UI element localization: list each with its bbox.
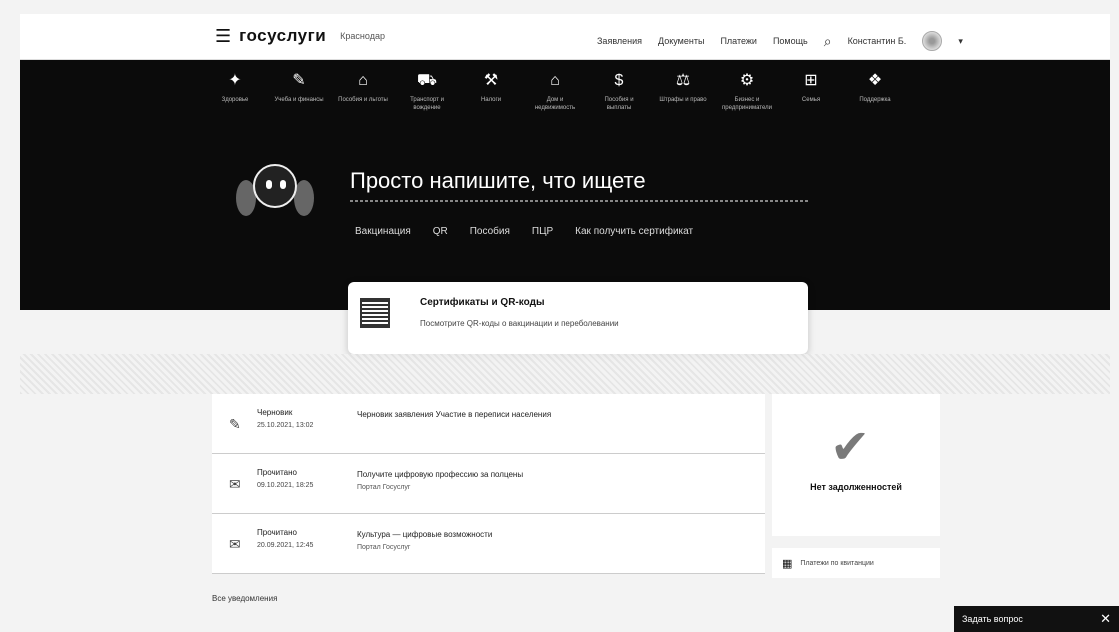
mascot-robot: [236, 158, 314, 228]
category-label: Здоровье: [221, 97, 249, 103]
hero-search-underline[interactable]: [350, 200, 810, 202]
category-icon: ⚖: [675, 72, 691, 89]
avatar[interactable]: [922, 31, 943, 51]
ask-question-widget[interactable]: Задать вопрос ✕: [954, 606, 1119, 632]
category-icon: ⌂: [550, 72, 560, 89]
event-sender: Портал Госуслуг: [357, 544, 411, 551]
search-icon[interactable]: ⌕: [824, 33, 832, 50]
event-row[interactable]: ✉ Прочитано 09.10.2021, 18:25 Получите ц…: [212, 454, 765, 514]
category-item[interactable]: ⚒ Налоги: [466, 72, 516, 112]
category-icon: ❖: [867, 72, 883, 89]
qr-card-description: Посмотрите QR-коды о вакцинации и перебо…: [420, 319, 619, 328]
envelope-icon: ✉: [229, 536, 241, 552]
event-sender: Портал Госуслуг: [357, 484, 411, 491]
event-row[interactable]: ✉ Прочитано 20.09.2021, 12:45 Культура —…: [212, 514, 765, 574]
category-label: Пособия и льготы: [338, 97, 388, 103]
category-item[interactable]: ⌂ Пособия и льготы: [338, 72, 388, 112]
category-icon: ⚒: [483, 72, 499, 89]
event-date: 09.10.2021, 18:25: [257, 482, 314, 489]
category-item[interactable]: $ Пособия и выплаты: [594, 72, 644, 112]
chip-certificate[interactable]: Как получить сертификат: [575, 226, 693, 237]
ask-question-label[interactable]: Задать вопрос: [962, 614, 1023, 624]
menu-icon[interactable]: ☰: [215, 27, 231, 45]
top-nav: Заявления Документы Платежи Помощь ⌕ Кон…: [597, 31, 963, 51]
category-icon: ✦: [228, 72, 242, 89]
category-bar: ✦ Здоровье ✎ Учеба и финансы ⌂ Пособия и ль…: [210, 72, 900, 112]
category-item[interactable]: ⌂ Дом и недвижимость: [530, 72, 580, 112]
category-item[interactable]: ⚖ Штрафы и право: [658, 72, 708, 112]
category-icon: ⛟: [416, 72, 438, 89]
category-label: Учеба и финансы: [274, 97, 324, 103]
hero-title[interactable]: Просто напишите, что ищете: [350, 168, 646, 194]
event-text: Получите цифровую профессию за полцены: [357, 470, 524, 479]
account-name[interactable]: Константин Б.: [848, 36, 907, 46]
qr-certificates-card[interactable]: Сертификаты и QR-коды Посмотрите QR-коды…: [348, 282, 808, 354]
background-texture: [20, 354, 1110, 394]
category-label: Транспорт и вождение: [410, 97, 444, 111]
category-item[interactable]: ❖ Поддержка: [850, 72, 900, 112]
category-icon: ⌂: [358, 72, 368, 89]
category-icon: ✎: [292, 72, 306, 89]
category-icon: $: [614, 72, 624, 89]
close-icon[interactable]: ✕: [1100, 611, 1111, 627]
event-text: Культура — цифровые возможности: [357, 530, 493, 539]
pencil-icon: ✎: [229, 416, 241, 432]
category-item[interactable]: ✦ Здоровье: [210, 72, 260, 112]
checkmark-icon: ✔: [830, 421, 871, 474]
chip-pcr[interactable]: ПЦР: [532, 226, 553, 237]
mascot-eye: [266, 180, 272, 189]
nav-item-applications[interactable]: Заявления: [597, 36, 642, 46]
mascot-head: [253, 164, 297, 208]
qr-card-title: Сертификаты и QR-коды: [420, 297, 545, 308]
debts-card[interactable]: ✔ Нет задолженностей: [772, 394, 940, 536]
category-item[interactable]: ⊞ Семья: [786, 72, 836, 112]
nav-item-help[interactable]: Помощь: [773, 36, 808, 46]
event-date: 20.09.2021, 12:45: [257, 542, 314, 549]
region-selector[interactable]: Краснодар: [340, 31, 385, 41]
category-label: Дом и недвижимость: [534, 97, 576, 111]
event-status: Прочитано: [257, 468, 297, 477]
nav-item-documents[interactable]: Документы: [658, 36, 704, 46]
pay-by-receipt-label: Платежи по квитанции: [800, 559, 874, 567]
category-label: Поддержка: [859, 97, 891, 103]
events-feed: ✎ Черновик 25.10.2021, 13:02 Черновик за…: [212, 394, 765, 574]
envelope-icon: ✉: [229, 476, 241, 492]
chip-benefits[interactable]: Пособия: [470, 226, 510, 237]
category-item[interactable]: ⚙ Бизнес и предприниматели: [722, 72, 772, 112]
event-status: Прочитано: [257, 528, 297, 537]
category-item[interactable]: ⛟ Транспорт и вождение: [402, 72, 452, 112]
hero-section: ✦ Здоровье ✎ Учеба и финансы ⌂ Пособия и ль…: [20, 60, 1110, 310]
logo-text[interactable]: госуслуги: [239, 26, 326, 46]
event-row[interactable]: ✎ Черновик 25.10.2021, 13:02 Черновик за…: [212, 394, 765, 454]
nav-item-payments[interactable]: Платежи: [720, 36, 757, 46]
category-label: Штрафы и право: [659, 97, 707, 103]
category-label: Налоги: [480, 97, 502, 103]
category-label: Семья: [801, 97, 821, 103]
mascot-eye: [280, 180, 286, 189]
event-text: Черновик заявления Участие в переписи на…: [357, 410, 552, 419]
mascot-wing: [294, 180, 314, 216]
category-icon: ⊞: [804, 72, 818, 89]
quick-chips: Вакцинация QR Пособия ПЦР Как получить с…: [355, 226, 693, 237]
category-item[interactable]: ✎ Учеба и финансы: [274, 72, 324, 112]
category-label: Бизнес и предприниматели: [722, 97, 772, 111]
event-status: Черновик: [257, 408, 293, 417]
qr-code-icon: [360, 298, 390, 328]
chip-qr[interactable]: QR: [433, 226, 448, 237]
category-label: Пособия и выплаты: [604, 97, 634, 111]
all-notifications-link[interactable]: Все уведомления: [212, 594, 277, 603]
pay-by-receipt-button[interactable]: ▦ Платежи по квитанции: [772, 548, 940, 578]
debts-status: Нет задолженностей: [810, 482, 902, 492]
chip-vaccination[interactable]: Вакцинация: [355, 226, 411, 237]
event-date: 25.10.2021, 13:02: [257, 422, 314, 429]
top-bar: ☰ госуслуги Краснодар Заявления Документ…: [20, 14, 1110, 60]
logo[interactable]: ☰ госуслуги Краснодар: [215, 26, 385, 46]
category-icon: ⚙: [739, 72, 755, 89]
chevron-down-icon[interactable]: ▾: [958, 36, 963, 47]
qr-code-icon: ▦: [782, 557, 793, 570]
